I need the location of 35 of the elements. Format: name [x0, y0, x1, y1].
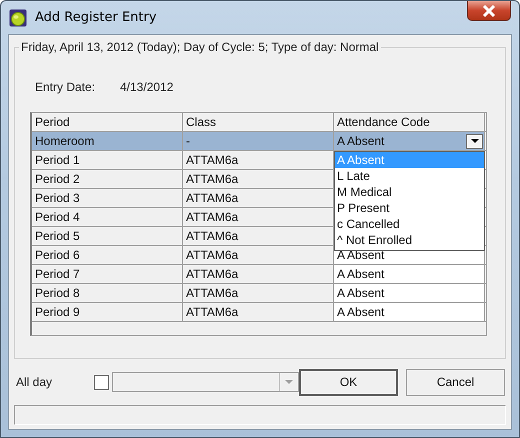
close-icon — [482, 4, 496, 16]
app-icon — [9, 8, 27, 26]
table-cell: ATTAM6a — [183, 227, 334, 245]
dropdown-button[interactable] — [466, 134, 483, 148]
dropdown-option[interactable]: P Present — [335, 200, 484, 216]
dropdown-option[interactable]: L Late — [335, 168, 484, 184]
table-cell: Homeroom — [32, 132, 183, 150]
table-cell: ATTAM6a — [183, 303, 334, 321]
close-button[interactable] — [467, 1, 511, 21]
cancel-button[interactable]: Cancel — [406, 368, 505, 396]
dropdown-arrow-icon — [285, 380, 293, 384]
table-cell: - — [183, 132, 334, 150]
dropdown-option[interactable]: ^ Not Enrolled — [335, 232, 484, 248]
table-cell: ATTAM6a — [183, 246, 334, 264]
table-cell: ATTAM6a — [183, 170, 334, 188]
table-cell: ATTAM6a — [183, 208, 334, 226]
window-title: Add Register Entry — [35, 10, 157, 25]
all-day-checkbox[interactable] — [94, 374, 109, 390]
table-cell[interactable]: A Absent — [334, 303, 485, 321]
dropdown-arrow-icon — [470, 139, 478, 143]
entry-date-label: Entry Date: — [34, 80, 96, 94]
dropdown-option[interactable]: c Cancelled — [335, 216, 484, 232]
table-cell: ATTAM6a — [183, 284, 334, 302]
all-day-label: All day — [15, 375, 54, 389]
table-cell[interactable]: A Absent — [334, 265, 485, 283]
group-legend: Friday, April 13, 2012 (Today); Day of Cycle: 5; Type of day: Normal — [19, 40, 381, 54]
ok-button[interactable]: OK — [299, 368, 398, 396]
table-cell[interactable]: A Absent — [334, 132, 485, 150]
table-cell: ATTAM6a — [183, 189, 334, 207]
table-cell: ATTAM6a — [183, 265, 334, 283]
dropdown-option[interactable]: M Medical — [335, 184, 484, 200]
table-cell: ATTAM6a — [183, 151, 334, 169]
entry-date-value: 4/13/2012 — [120, 80, 174, 94]
table-cell[interactable]: A Absent — [334, 284, 485, 302]
column-header[interactable]: Attendance Code — [334, 113, 485, 131]
